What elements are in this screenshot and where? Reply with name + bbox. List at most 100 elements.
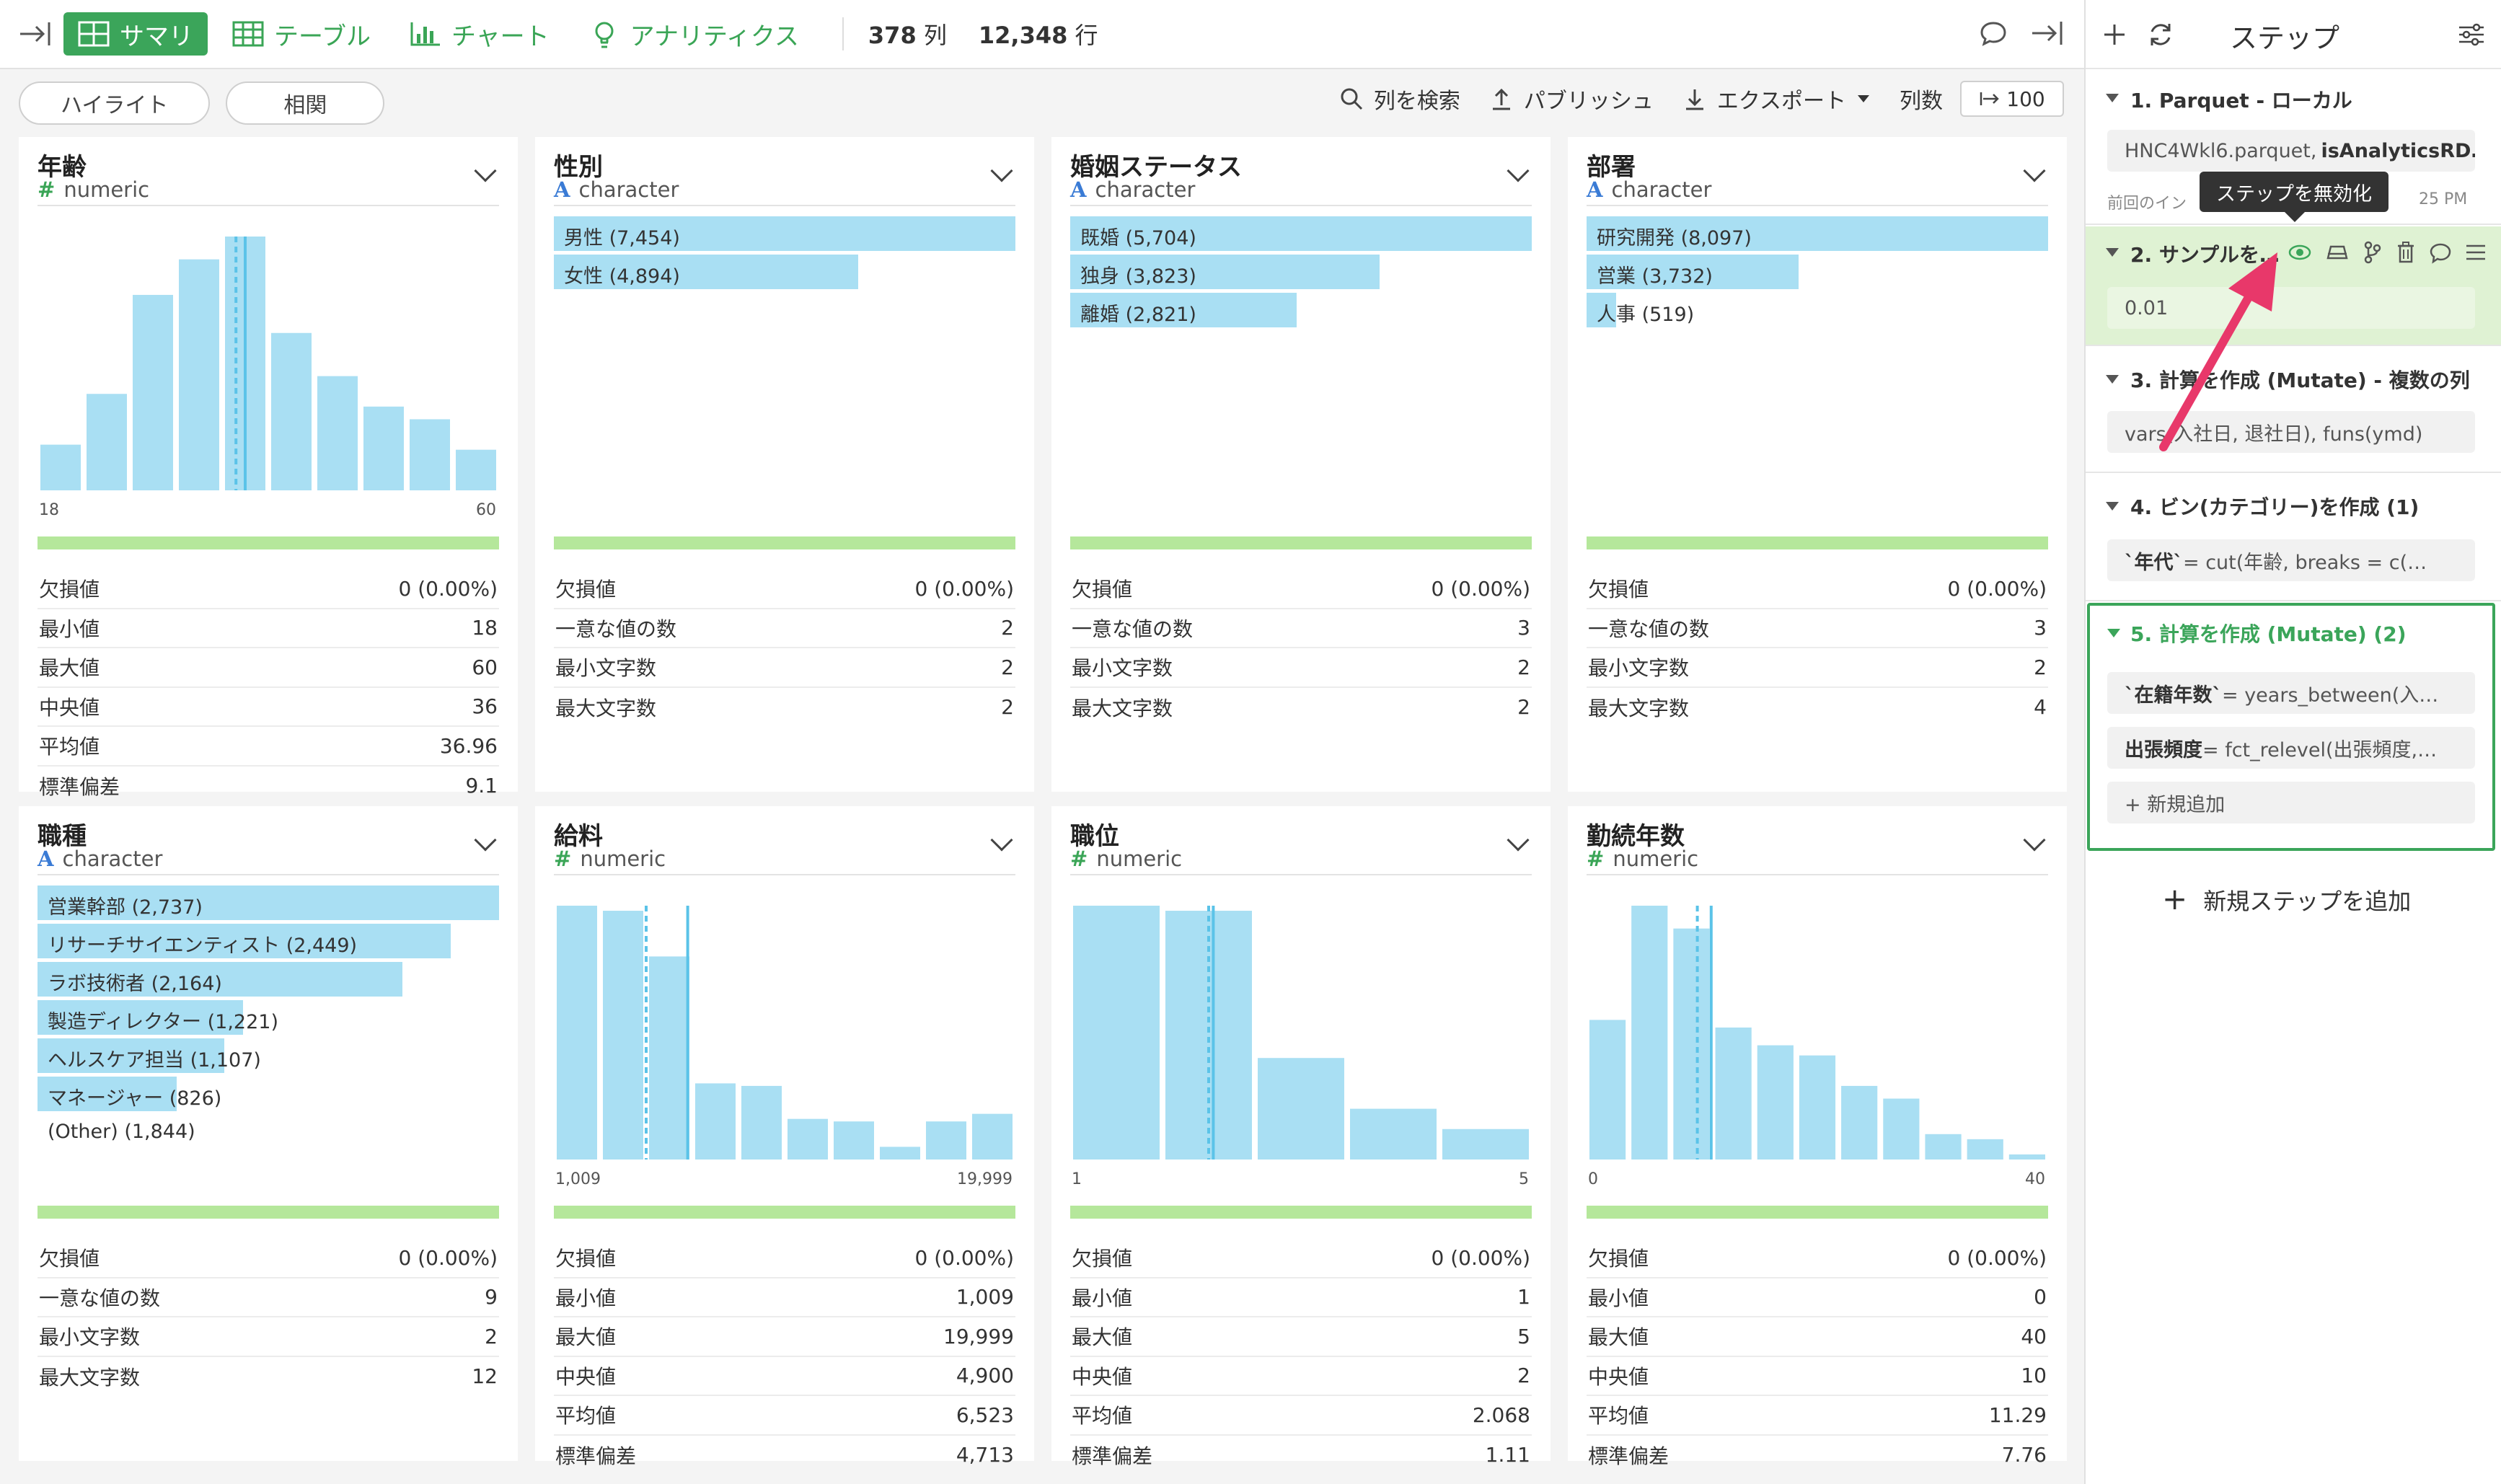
chevron-down-icon[interactable]	[1507, 829, 1530, 852]
step-5-expression-2[interactable]: 出張頻度 = fct_relevel(出張頻度,…	[2107, 727, 2475, 769]
histogram-bar[interactable]	[741, 1085, 782, 1160]
histogram-bar[interactable]	[972, 1113, 1013, 1160]
expand-triangle-icon[interactable]	[2107, 629, 2120, 637]
stat-label: 最大値	[39, 656, 100, 681]
histogram-bar[interactable]	[363, 406, 404, 490]
histogram-bar[interactable]	[456, 449, 496, 490]
chevron-down-icon[interactable]	[2023, 159, 2046, 182]
stat-value: 0	[2034, 1285, 2047, 1309]
branch-icon[interactable]	[2363, 241, 2383, 264]
settings-sliders-icon[interactable]	[2458, 22, 2485, 48]
step-4-expression[interactable]: `年代` = cut(年齢, breaks = c(…	[2107, 539, 2475, 581]
category-bar[interactable]: 人事 (519)	[1587, 293, 2048, 327]
histogram-bar[interactable]	[649, 956, 689, 1160]
step-4[interactable]: 4. ビン(カテゴリー)を作成 (1) `年代` = cut(年齢, break…	[2086, 474, 2501, 601]
category-bar[interactable]: 離婚 (2,821)	[1070, 293, 1532, 327]
histogram-bar[interactable]	[1757, 1045, 1794, 1160]
trash-icon[interactable]	[2396, 241, 2416, 264]
publish-button[interactable]: パブリッシュ	[1489, 83, 1654, 115]
histogram-bar[interactable]	[1925, 1134, 1962, 1160]
tab-summary-label: サマリ	[120, 22, 193, 51]
category-bar[interactable]: 製造ディレクター (1,221)	[38, 1000, 499, 1035]
axis-min-label: 1	[1072, 1170, 1082, 1188]
histogram-bar[interactable]	[603, 911, 643, 1160]
step-3[interactable]: 3. 計算を作成 (Mutate) - 複数の列 vars(入社日, 退社日),…	[2086, 348, 2501, 473]
chevron-down-icon[interactable]	[990, 159, 1013, 182]
correlation-button[interactable]: 相関	[226, 81, 385, 125]
category-bar[interactable]: 独身 (3,823)	[1070, 255, 1532, 289]
histogram-bar[interactable]	[1631, 906, 1668, 1160]
histogram-bar[interactable]	[1967, 1139, 2003, 1160]
histogram-bar[interactable]	[1799, 1055, 1836, 1160]
search-columns-label: 列を検索	[1373, 89, 1460, 114]
histogram-bar[interactable]	[880, 1147, 920, 1160]
histogram-bar[interactable]	[317, 376, 358, 490]
expand-triangle-icon[interactable]	[2106, 375, 2119, 384]
histogram-bar[interactable]	[695, 1083, 736, 1160]
step-5-add-new-button[interactable]: + 新規追加	[2107, 782, 2475, 823]
search-columns-button[interactable]: 列を検索	[1339, 83, 1460, 115]
histogram-bar[interactable]	[40, 444, 81, 490]
category-bar[interactable]: 既婚 (5,704)	[1070, 216, 1532, 251]
histogram-bar[interactable]	[1073, 906, 1160, 1160]
category-bar[interactable]: 営業幹部 (2,737)	[38, 885, 499, 920]
histogram-bar[interactable]	[87, 394, 127, 490]
refresh-icon[interactable]	[2146, 20, 2175, 49]
category-bar[interactable]: 営業 (3,732)	[1587, 255, 2048, 289]
collapse-right-icon[interactable]	[2029, 19, 2065, 53]
collapse-left-icon[interactable]	[17, 19, 53, 48]
histogram-bar[interactable]	[1258, 1058, 1344, 1160]
category-bar[interactable]: 男性 (7,454)	[554, 216, 1015, 251]
step-5[interactable]: 5. 計算を作成 (Mutate) (2) `在籍年数` = years_bet…	[2087, 603, 2495, 851]
step-5-expression-1[interactable]: `在籍年数` = years_between(入…	[2107, 672, 2475, 714]
histogram-bar[interactable]	[133, 294, 173, 490]
tab-analytics[interactable]: アナリティクス	[574, 12, 813, 56]
export-button[interactable]: エクスポート	[1682, 83, 1871, 115]
category-bar[interactable]: ヘルスケア担当 (1,107)	[38, 1038, 499, 1073]
histogram-bar[interactable]	[1715, 1027, 1752, 1160]
chevron-down-icon[interactable]	[474, 159, 497, 182]
category-bar[interactable]: リサーチサイエンティスト (2,449)	[38, 924, 499, 958]
add-new-step-button[interactable]: + 新規ステップを追加	[2162, 881, 2411, 917]
histogram-bar[interactable]	[926, 1121, 966, 1160]
tab-summary[interactable]: サマリ	[63, 12, 208, 56]
expand-triangle-icon[interactable]	[2106, 248, 2119, 257]
histogram-bar[interactable]	[2008, 1154, 2045, 1160]
category-bar[interactable]: マネージャー (826)	[38, 1077, 499, 1111]
highlight-button[interactable]: ハイライト	[19, 81, 211, 125]
histogram-bar[interactable]	[1589, 1020, 1626, 1160]
step-1-expression[interactable]: HNC4Wkl6.parquet, isAnalyticsRD…	[2107, 130, 2475, 172]
category-bar[interactable]: 研究開発 (8,097)	[1587, 216, 2048, 251]
menu-icon[interactable]	[2465, 244, 2487, 261]
category-label: 人事 (519)	[1597, 304, 1695, 326]
tab-chart[interactable]: チャート	[395, 12, 564, 56]
histogram-bar[interactable]	[834, 1121, 874, 1160]
histogram-bar[interactable]	[1883, 1098, 1920, 1160]
step-2[interactable]: 2. サンプルを… 0.01	[2086, 226, 2501, 346]
histogram-bar[interactable]	[271, 332, 312, 490]
chevron-down-icon[interactable]	[1507, 159, 1530, 182]
histogram-bar[interactable]	[788, 1118, 828, 1160]
chevron-down-icon[interactable]	[2023, 829, 2046, 852]
histogram-bar[interactable]	[1442, 1129, 1529, 1160]
category-bar[interactable]: (Other) (1,844)	[38, 1115, 499, 1149]
card-header: 年齢 # numeric	[38, 147, 499, 206]
histogram-bar[interactable]	[410, 419, 450, 490]
chevron-down-icon[interactable]	[474, 829, 497, 852]
histogram-bar[interactable]	[1841, 1085, 1878, 1160]
category-bar[interactable]: 女性 (4,894)	[554, 255, 1015, 289]
category-bar[interactable]: ラボ技術者 (2,164)	[38, 962, 499, 997]
histogram-bar[interactable]	[179, 259, 219, 490]
plus-icon[interactable]	[2101, 22, 2127, 48]
expand-triangle-icon[interactable]	[2106, 94, 2119, 102]
comment-icon[interactable]	[1979, 19, 2008, 53]
chevron-down-icon[interactable]	[990, 829, 1013, 852]
histogram-bar[interactable]	[557, 906, 597, 1160]
tab-table[interactable]: テーブル	[218, 12, 385, 56]
disk-icon[interactable]	[2325, 242, 2350, 262]
histogram-bar[interactable]	[1673, 928, 1710, 1160]
histogram-bar[interactable]	[1350, 1108, 1437, 1160]
expand-triangle-icon[interactable]	[2106, 502, 2119, 511]
comment-icon[interactable]	[2429, 242, 2452, 264]
columns-count-input[interactable]: 100	[1960, 81, 2064, 117]
